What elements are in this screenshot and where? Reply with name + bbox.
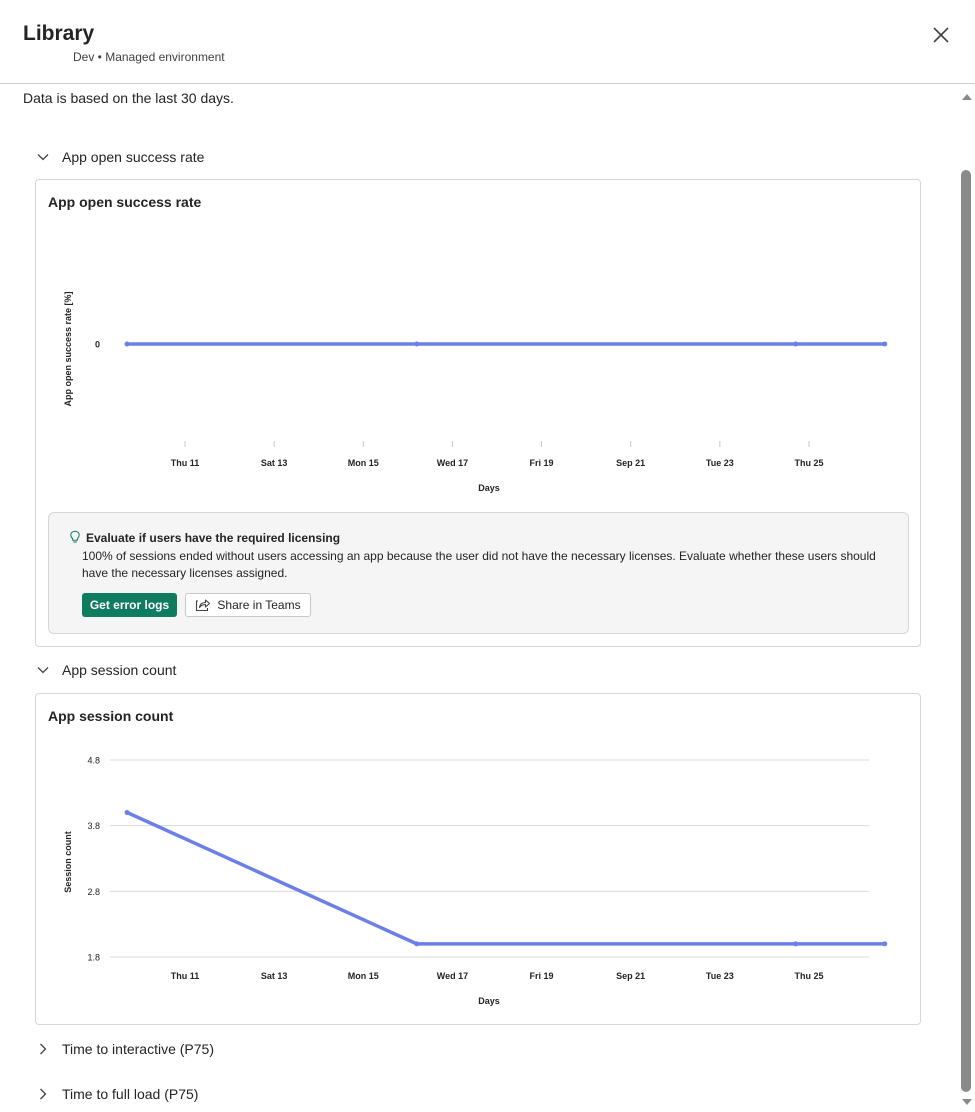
x-tick-label: Tue 23 bbox=[706, 458, 734, 468]
insight-title: Evaluate if users have the required lice… bbox=[86, 531, 341, 545]
data-point bbox=[414, 941, 420, 947]
section-toggle-session-count[interactable]: App session count bbox=[36, 659, 176, 681]
x-axis-title: Days bbox=[478, 996, 500, 1006]
scroll-thumb[interactable] bbox=[961, 170, 971, 1092]
data-point bbox=[124, 341, 130, 347]
section-toggle-time-to-full-load[interactable]: Time to full load (P75) bbox=[36, 1083, 198, 1105]
y-axis-title: Session count bbox=[63, 831, 73, 893]
x-tick-label: Fri 19 bbox=[530, 971, 554, 981]
x-tick-label: Sep 21 bbox=[616, 971, 645, 981]
x-tick-label: Fri 19 bbox=[530, 458, 554, 468]
section-label: Time to interactive (P75) bbox=[62, 1041, 214, 1057]
x-tick-label: Mon 15 bbox=[348, 971, 379, 981]
section-label: App open success rate bbox=[62, 149, 205, 165]
data-point bbox=[793, 941, 799, 947]
get-error-logs-button[interactable]: Get error logs bbox=[82, 593, 177, 617]
x-tick-label: Wed 17 bbox=[437, 971, 468, 981]
vertical-scrollbar[interactable] bbox=[958, 86, 975, 1112]
chart-plot-area: 4.8 3.8 2.8 1.8 Thu 11 Sat 13 Mon 15 Wed 17 Fri … bbox=[63, 756, 888, 1006]
x-tick-label: Tue 23 bbox=[706, 971, 734, 981]
panel-title: Library bbox=[23, 22, 95, 45]
y-tick-label: 4.8 bbox=[87, 756, 100, 766]
insight-panel: Evaluate if users have the required lice… bbox=[48, 512, 909, 634]
x-tick-label: Sep 21 bbox=[616, 458, 645, 468]
y-tick-label: 3.8 bbox=[87, 821, 100, 831]
data-point bbox=[414, 341, 420, 347]
x-tick-label: Mon 15 bbox=[348, 458, 379, 468]
y-tick-label: 2.8 bbox=[87, 887, 100, 897]
open-success-rate-card: App open success rate 0 Thu 11 Sat 13 Mon 1… bbox=[35, 179, 921, 647]
data-point bbox=[124, 810, 130, 816]
close-button[interactable] bbox=[928, 22, 954, 48]
scroll-up-arrow-icon[interactable] bbox=[962, 94, 972, 100]
panel-subtitle: Dev • Managed environment bbox=[73, 50, 225, 64]
share-icon bbox=[196, 599, 211, 612]
section-label: Time to full load (P75) bbox=[62, 1086, 199, 1102]
x-tick-label: Thu 11 bbox=[171, 971, 200, 981]
lightbulb-icon bbox=[70, 530, 80, 543]
section-label: App session count bbox=[62, 662, 177, 678]
x-tick-label: Sat 13 bbox=[261, 458, 288, 468]
chevron-down-icon bbox=[37, 154, 49, 161]
data-point bbox=[882, 341, 888, 347]
close-icon bbox=[933, 27, 949, 43]
x-axis-title: Days bbox=[478, 483, 500, 493]
y-tick-label: 0 bbox=[95, 340, 100, 350]
x-tick-label: Thu 11 bbox=[171, 458, 200, 468]
chevron-down-icon bbox=[37, 667, 49, 674]
x-tick-label: Thu 25 bbox=[794, 458, 823, 468]
share-in-teams-label: Share in Teams bbox=[217, 598, 301, 612]
chart-plot-area: 0 Thu 11 Sat 13 Mon 15 Wed 17 Fri 19 Sep 21 Tue… bbox=[63, 291, 888, 493]
y-tick-label: 1.8 bbox=[87, 953, 100, 963]
x-tick-label: Thu 25 bbox=[794, 971, 823, 981]
section-toggle-open-success-rate[interactable]: App open success rate bbox=[36, 146, 204, 168]
panel-header: Library Dev • Managed environment bbox=[0, 0, 975, 84]
data-period-note: Data is based on the last 30 days. bbox=[23, 90, 234, 106]
chevron-right-icon bbox=[40, 1043, 47, 1055]
series-line bbox=[125, 810, 887, 946]
data-point bbox=[793, 341, 799, 347]
open-success-rate-chart: 0 Thu 11 Sat 13 Mon 15 Wed 17 Fri 19 Sep 21 Tue… bbox=[63, 291, 888, 493]
share-in-teams-button[interactable]: Share in Teams bbox=[185, 593, 311, 617]
scroll-down-arrow-icon[interactable] bbox=[962, 1099, 972, 1105]
y-axis-title: App open success rate [%] bbox=[63, 291, 73, 406]
insight-body: 100% of sessions ended without users acc… bbox=[82, 549, 876, 580]
session-count-chart: 4.8 3.8 2.8 1.8 Thu 11 Sat 13 Mon 15 Wed 17 Fri … bbox=[63, 756, 888, 1006]
section-toggle-time-to-interactive[interactable]: Time to interactive (P75) bbox=[36, 1038, 214, 1060]
chevron-right-icon bbox=[40, 1088, 47, 1100]
session-count-card: App session count 4.8 3.8 2.8 1.8 Thu 11 Sat … bbox=[35, 693, 921, 1025]
x-tick-label: Sat 13 bbox=[261, 971, 288, 981]
x-tick-label: Wed 17 bbox=[437, 458, 468, 468]
data-point bbox=[882, 941, 888, 947]
